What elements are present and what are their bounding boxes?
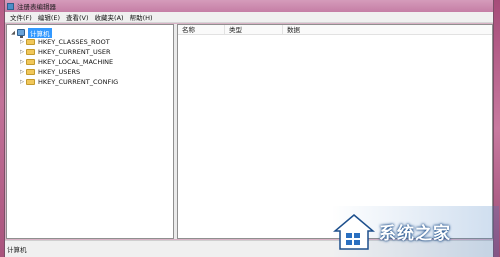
tree-item-label: HKEY_USERS — [38, 68, 81, 76]
column-header-type[interactable]: 类型 — [225, 24, 283, 35]
regedit-app-icon — [7, 2, 14, 10]
window-title: 注册表编辑器 — [17, 3, 56, 11]
list-header: 名称 类型 数据 — [178, 24, 492, 35]
tree-children: ▷ HKEY_CLASSES_ROOT ▷ HKEY_CURRENT_USER … — [19, 37, 169, 87]
expand-icon[interactable]: ▷ — [19, 39, 25, 45]
watermark-text: 系统之家 — [379, 224, 451, 244]
menu-file[interactable]: 文件(F) — [7, 12, 35, 22]
menu-favorites[interactable]: 收藏夹(A) — [92, 12, 127, 22]
folder-icon — [26, 39, 35, 45]
tree-item-label: HKEY_CLASSES_ROOT — [38, 38, 110, 46]
menu-edit[interactable]: 编辑(E) — [35, 12, 63, 22]
tree-item-hkey-classes-root[interactable]: ▷ HKEY_CLASSES_ROOT — [19, 37, 169, 47]
watermark: 系统之家 — [331, 206, 499, 257]
folder-icon — [26, 59, 35, 65]
column-header-name[interactable]: 名称 — [178, 24, 225, 35]
tree-item-label: 计算机 — [28, 27, 52, 38]
tree-item-hkey-local-machine[interactable]: ▷ HKEY_LOCAL_MACHINE — [19, 57, 169, 67]
status-path: 计算机 — [7, 246, 27, 254]
menu-bar: 文件(F) 编辑(E) 查看(V) 收藏夹(A) 帮助(H) — [5, 12, 493, 23]
expand-icon[interactable]: ▷ — [19, 59, 25, 65]
tree-item-label: HKEY_CURRENT_CONFIG — [38, 78, 119, 86]
expand-icon[interactable]: ▷ — [19, 69, 25, 75]
folder-icon — [26, 49, 35, 55]
tree-pane[interactable]: ◢ 计算机 ▷ HKEY_CLASSES_ROOT ▷ HKEY_CURRENT… — [6, 24, 174, 239]
menu-view[interactable]: 查看(V) — [63, 12, 92, 22]
folder-icon — [26, 79, 35, 85]
folder-icon — [26, 69, 35, 75]
menu-help[interactable]: 帮助(H) — [127, 12, 156, 22]
tree-item-hkey-current-config[interactable]: ▷ HKEY_CURRENT_CONFIG — [19, 77, 169, 87]
expand-icon[interactable]: ▷ — [19, 49, 25, 55]
tree-item-hkey-users[interactable]: ▷ HKEY_USERS — [19, 67, 169, 77]
tree-item-hkey-current-user[interactable]: ▷ HKEY_CURRENT_USER — [19, 47, 169, 57]
tree-item-computer[interactable]: ◢ 计算机 — [10, 27, 52, 38]
expand-icon[interactable]: ▷ — [19, 79, 25, 85]
computer-icon — [17, 29, 25, 38]
tree-item-label: HKEY_LOCAL_MACHINE — [38, 58, 114, 66]
title-bar[interactable]: 注册表编辑器 — [5, 0, 493, 12]
tree-item-label: HKEY_CURRENT_USER — [38, 48, 111, 56]
house-logo-icon — [332, 213, 376, 251]
column-header-data[interactable]: 数据 — [283, 25, 343, 35]
collapse-icon[interactable]: ◢ — [10, 30, 16, 36]
